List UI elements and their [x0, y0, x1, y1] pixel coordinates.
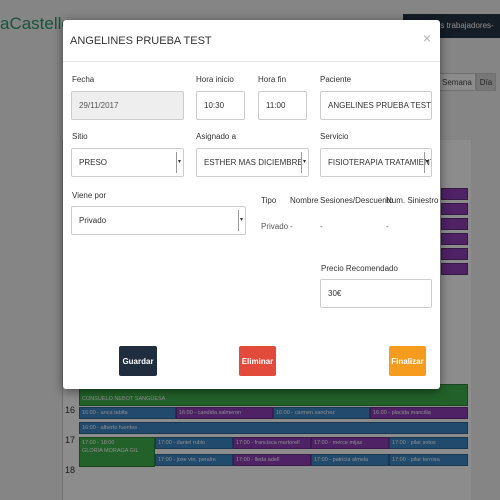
- precio-field[interactable]: 30€: [320, 279, 432, 308]
- hora-fin-label: Hora fin: [258, 75, 287, 84]
- hora-inicio-field[interactable]: 10:30: [196, 91, 245, 120]
- finish-button[interactable]: Finalizar: [389, 346, 426, 376]
- fecha-label: Fecha: [72, 75, 95, 84]
- modal-header: ANGELINES PRUEBA TEST ×: [63, 20, 440, 62]
- viene-por-value: Privado: [79, 216, 107, 225]
- tipo-header: Tipo: [261, 196, 277, 205]
- nombre-header: Nombre: [290, 196, 319, 205]
- sesiones-header: Sesiones/Descuento: [320, 196, 394, 205]
- fecha-field[interactable]: 29/11/2017: [71, 91, 184, 120]
- sitio-label: Sitio: [72, 132, 88, 141]
- chevron-down-icon: ▾: [424, 152, 430, 173]
- servicio-select[interactable]: FISIOTERAPIA TRATAMIENTO ▾: [320, 148, 432, 177]
- servicio-value: FISIOTERAPIA TRATAMIENTO: [328, 158, 432, 167]
- asignado-value: ESTHER MAS DICIEMBRE: [204, 158, 303, 167]
- precio-label: Precio Recomendado: [321, 264, 398, 273]
- siniestro-header: Num. Siniestro: [386, 196, 439, 205]
- delete-button[interactable]: Eliminar: [239, 346, 276, 376]
- modal-title: ANGELINES PRUEBA TEST: [70, 35, 212, 47]
- hora-fin-field[interactable]: 11:00: [258, 91, 307, 120]
- save-button[interactable]: Guardar: [119, 346, 157, 376]
- chevron-down-icon: ▾: [238, 210, 244, 231]
- servicio-label: Servicio: [320, 132, 349, 141]
- sitio-select[interactable]: PRESO ▾: [71, 148, 184, 177]
- siniestro-value: -: [386, 222, 389, 231]
- hora-inicio-label: Hora inicio: [196, 75, 234, 84]
- asignado-label: Asignado a: [196, 132, 237, 141]
- asignado-select[interactable]: ESTHER MAS DICIEMBRE ▾: [196, 148, 309, 177]
- viene-por-select[interactable]: Privado ▾: [71, 206, 246, 235]
- tipo-value: Privado: [261, 222, 289, 231]
- nombre-value: -: [290, 222, 293, 231]
- close-icon[interactable]: ×: [421, 30, 433, 46]
- paciente-label: Paciente: [320, 75, 352, 84]
- sitio-value: PRESO: [79, 158, 108, 167]
- chevron-down-icon: ▾: [301, 152, 307, 173]
- chevron-down-icon: ▾: [176, 152, 182, 173]
- appointment-modal: ANGELINES PRUEBA TEST × Fecha 29/11/2017…: [63, 20, 440, 389]
- sesiones-value: -: [320, 222, 323, 231]
- paciente-field[interactable]: ANGELINES PRUEBA TEST: [320, 91, 432, 120]
- viene-por-label: Viene por: [72, 191, 107, 200]
